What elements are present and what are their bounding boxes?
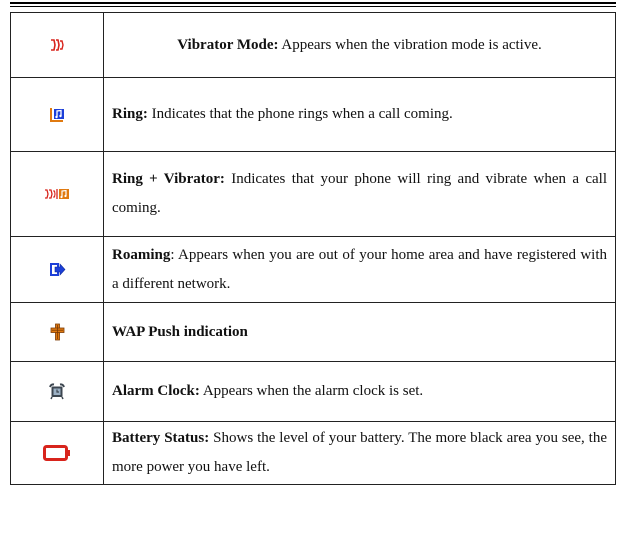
- table-row: Ring + Vibrator: Indicates that your pho…: [10, 151, 616, 237]
- wap-push-icon: [50, 323, 64, 341]
- description-cell: Roaming: Appears when you are out of you…: [103, 236, 616, 303]
- alarm-clock-icon: [49, 383, 65, 400]
- roaming-icon: [49, 263, 65, 277]
- row-title: Battery Status:: [112, 430, 210, 446]
- row-text: Indicates that the phone rings when a ca…: [147, 106, 453, 122]
- battery-icon: [43, 445, 70, 462]
- row-title: WAP Push indication: [112, 323, 248, 340]
- icon-cell: [10, 236, 104, 303]
- description-cell: WAP Push indication: [103, 302, 616, 362]
- description-cell: Battery Status: Shows the level of your …: [103, 421, 616, 485]
- row-title: Ring:: [112, 106, 148, 122]
- icon-cell: [10, 421, 104, 485]
- table-row: Battery Status: Shows the level of your …: [10, 421, 616, 485]
- row-text: : Appears when you are out of your home …: [112, 246, 607, 292]
- table-row: WAP Push indication: [10, 302, 616, 362]
- table-row: Vibrator Mode: Appears when the vibratio…: [10, 12, 616, 78]
- row-text: Appears when the vibration mode is activ…: [278, 36, 542, 53]
- icon-cell: [10, 302, 104, 362]
- top-rule: [10, 2, 616, 4]
- description-cell: Alarm Clock: Appears when the alarm cloc…: [103, 361, 616, 422]
- ring-icon: [50, 107, 64, 122]
- row-text: Appears when the alarm clock is set.: [199, 383, 424, 399]
- description-cell: Vibrator Mode: Appears when the vibratio…: [103, 12, 616, 78]
- icon-cell: [10, 12, 104, 78]
- row-title: Alarm Clock:: [112, 383, 200, 399]
- table-row: Roaming: Appears when you are out of you…: [10, 236, 616, 303]
- row-title: Vibrator Mode:: [177, 36, 279, 53]
- description-cell: Ring: Indicates that the phone rings whe…: [103, 77, 616, 152]
- row-title: Ring + Vibrator:: [112, 171, 225, 187]
- table-row: Alarm Clock: Appears when the alarm cloc…: [10, 361, 616, 422]
- icon-table: Vibrator Mode: Appears when the vibratio…: [10, 12, 616, 485]
- row-title: Roaming: [112, 246, 171, 263]
- top-rule-thin: [10, 6, 616, 7]
- vibrator-icon: [51, 39, 64, 51]
- ring-vibrator-icon: [45, 189, 69, 200]
- icon-cell: [10, 151, 104, 237]
- description-cell: Ring + Vibrator: Indicates that your pho…: [103, 151, 616, 237]
- table-row: Ring: Indicates that the phone rings whe…: [10, 77, 616, 152]
- icon-cell: [10, 77, 104, 152]
- icon-cell: [10, 361, 104, 422]
